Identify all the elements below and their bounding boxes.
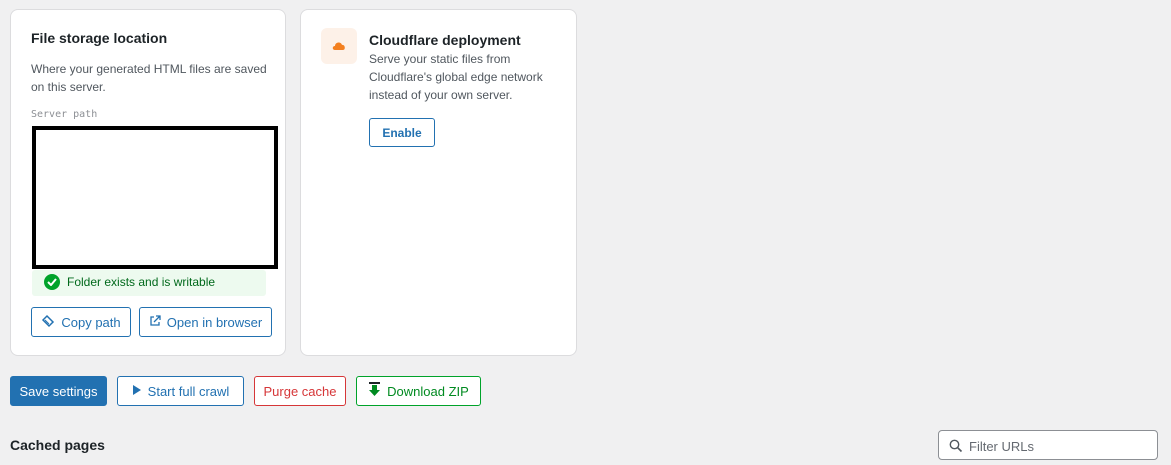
cloudflare-card: Cloudflare deployment Serve your static … (300, 9, 577, 356)
save-settings-button[interactable]: Save settings (10, 376, 107, 406)
cloud-icon (321, 28, 357, 64)
server-path-label: Server path (31, 109, 98, 120)
cloudflare-card-description: Serve your static files from Cloudflare'… (369, 52, 543, 102)
external-link-icon (149, 314, 161, 330)
open-in-browser-button[interactable]: Open in browser (139, 307, 272, 337)
clipboard-icon (41, 314, 55, 331)
start-full-crawl-button[interactable]: Start full crawl (117, 376, 244, 406)
server-path-field[interactable] (32, 126, 278, 269)
download-zip-button[interactable]: Download ZIP (356, 376, 481, 406)
storage-card-description: Where your generated HTML files are save… (31, 62, 267, 94)
folder-status-text: Folder exists and is writable (67, 275, 216, 289)
copy-path-button[interactable]: Copy path (31, 307, 131, 337)
enable-cloudflare-button[interactable]: Enable (369, 118, 435, 147)
filter-urls-input[interactable] (967, 435, 1156, 457)
filter-urls-field[interactable] (938, 430, 1158, 460)
cached-pages-heading: Cached pages (10, 437, 105, 453)
cloudflare-card-title: Cloudflare deployment (369, 32, 521, 48)
open-in-browser-label: Open in browser (166, 314, 263, 330)
check-circle-icon (44, 274, 60, 290)
file-storage-card: File storage location Where your generat… (10, 9, 286, 356)
search-icon (949, 439, 963, 453)
play-icon (132, 384, 142, 399)
copy-path-label: Copy path (61, 314, 121, 330)
purge-cache-button[interactable]: Purge cache (254, 376, 346, 406)
folder-status: Folder exists and is writable (32, 270, 266, 296)
download-zip-label: Download ZIP (387, 383, 469, 399)
storage-card-title: File storage location (31, 30, 168, 46)
start-full-crawl-label: Start full crawl (147, 383, 230, 399)
download-icon (368, 382, 381, 400)
